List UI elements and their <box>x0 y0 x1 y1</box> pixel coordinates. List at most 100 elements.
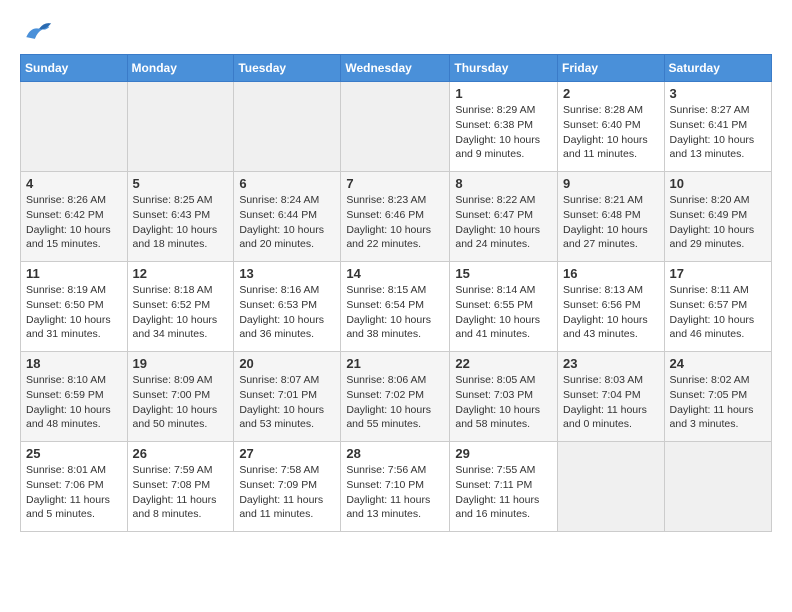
day-number: 2 <box>563 86 659 101</box>
calendar-day-cell: 28 Sunrise: 7:56 AM Sunset: 7:10 PM Dayli… <box>341 442 450 532</box>
calendar-day-cell <box>558 442 665 532</box>
day-info: Sunrise: 8:11 AM Sunset: 6:57 PM Dayligh… <box>670 283 766 342</box>
day-number: 6 <box>239 176 335 191</box>
day-number: 15 <box>455 266 552 281</box>
calendar-week-row: 4 Sunrise: 8:26 AM Sunset: 6:42 PM Daylig… <box>21 172 772 262</box>
day-info: Sunrise: 8:22 AM Sunset: 6:47 PM Dayligh… <box>455 193 552 252</box>
calendar-header-row: SundayMondayTuesdayWednesdayThursdayFrid… <box>21 55 772 82</box>
day-number: 24 <box>670 356 766 371</box>
calendar-day-cell: 13 Sunrise: 8:16 AM Sunset: 6:53 PM Dayli… <box>234 262 341 352</box>
calendar-day-cell: 3 Sunrise: 8:27 AM Sunset: 6:41 PM Daylig… <box>664 82 771 172</box>
day-info: Sunrise: 7:56 AM Sunset: 7:10 PM Dayligh… <box>346 463 444 522</box>
day-number: 29 <box>455 446 552 461</box>
day-info: Sunrise: 8:02 AM Sunset: 7:05 PM Dayligh… <box>670 373 766 432</box>
calendar-day-cell: 6 Sunrise: 8:24 AM Sunset: 6:44 PM Daylig… <box>234 172 341 262</box>
day-number: 18 <box>26 356 122 371</box>
day-info: Sunrise: 8:24 AM Sunset: 6:44 PM Dayligh… <box>239 193 335 252</box>
calendar-day-cell <box>664 442 771 532</box>
calendar-day-cell: 16 Sunrise: 8:13 AM Sunset: 6:56 PM Dayli… <box>558 262 665 352</box>
day-info: Sunrise: 8:26 AM Sunset: 6:42 PM Dayligh… <box>26 193 122 252</box>
logo <box>20 20 52 44</box>
day-info: Sunrise: 8:21 AM Sunset: 6:48 PM Dayligh… <box>563 193 659 252</box>
day-info: Sunrise: 8:10 AM Sunset: 6:59 PM Dayligh… <box>26 373 122 432</box>
day-info: Sunrise: 8:28 AM Sunset: 6:40 PM Dayligh… <box>563 103 659 162</box>
day-number: 12 <box>133 266 229 281</box>
day-info: Sunrise: 8:27 AM Sunset: 6:41 PM Dayligh… <box>670 103 766 162</box>
day-number: 23 <box>563 356 659 371</box>
calendar-day-cell: 10 Sunrise: 8:20 AM Sunset: 6:49 PM Dayli… <box>664 172 771 262</box>
page-header <box>20 20 772 44</box>
day-number: 19 <box>133 356 229 371</box>
calendar-day-cell: 11 Sunrise: 8:19 AM Sunset: 6:50 PM Dayli… <box>21 262 128 352</box>
calendar-day-cell: 22 Sunrise: 8:05 AM Sunset: 7:03 PM Dayli… <box>450 352 558 442</box>
calendar-day-cell <box>127 82 234 172</box>
day-number: 21 <box>346 356 444 371</box>
calendar-day-cell <box>21 82 128 172</box>
day-number: 5 <box>133 176 229 191</box>
calendar-day-cell: 8 Sunrise: 8:22 AM Sunset: 6:47 PM Daylig… <box>450 172 558 262</box>
calendar-day-cell: 29Sunrise: 7:55 AM Sunset: 7:11 PM Dayli… <box>450 442 558 532</box>
day-of-week-header: Sunday <box>21 55 128 82</box>
day-number: 1 <box>455 86 552 101</box>
day-number: 26 <box>133 446 229 461</box>
day-number: 7 <box>346 176 444 191</box>
day-number: 27 <box>239 446 335 461</box>
calendar-day-cell: 23 Sunrise: 8:03 AM Sunset: 7:04 PM Dayli… <box>558 352 665 442</box>
calendar-day-cell: 12 Sunrise: 8:18 AM Sunset: 6:52 PM Dayli… <box>127 262 234 352</box>
calendar-day-cell: 17Sunrise: 8:11 AM Sunset: 6:57 PM Dayli… <box>664 262 771 352</box>
day-info: Sunrise: 7:58 AM Sunset: 7:09 PM Dayligh… <box>239 463 335 522</box>
day-number: 3 <box>670 86 766 101</box>
day-info: Sunrise: 8:14 AM Sunset: 6:55 PM Dayligh… <box>455 283 552 342</box>
day-info: Sunrise: 8:09 AM Sunset: 7:00 PM Dayligh… <box>133 373 229 432</box>
calendar-week-row: 1 Sunrise: 8:29 AM Sunset: 6:38 PM Daylig… <box>21 82 772 172</box>
day-info: Sunrise: 8:13 AM Sunset: 6:56 PM Dayligh… <box>563 283 659 342</box>
calendar-day-cell: 15 Sunrise: 8:14 AM Sunset: 6:55 PM Dayli… <box>450 262 558 352</box>
calendar-day-cell: 27 Sunrise: 7:58 AM Sunset: 7:09 PM Dayli… <box>234 442 341 532</box>
day-of-week-header: Monday <box>127 55 234 82</box>
day-of-week-header: Friday <box>558 55 665 82</box>
day-info: Sunrise: 8:06 AM Sunset: 7:02 PM Dayligh… <box>346 373 444 432</box>
calendar-week-row: 25Sunrise: 8:01 AM Sunset: 7:06 PM Dayli… <box>21 442 772 532</box>
day-number: 22 <box>455 356 552 371</box>
calendar-day-cell <box>234 82 341 172</box>
day-number: 28 <box>346 446 444 461</box>
day-info: Sunrise: 8:20 AM Sunset: 6:49 PM Dayligh… <box>670 193 766 252</box>
day-info: Sunrise: 8:23 AM Sunset: 6:46 PM Dayligh… <box>346 193 444 252</box>
day-number: 8 <box>455 176 552 191</box>
calendar-day-cell <box>341 82 450 172</box>
day-number: 13 <box>239 266 335 281</box>
calendar-day-cell: 24 Sunrise: 8:02 AM Sunset: 7:05 PM Dayli… <box>664 352 771 442</box>
calendar-day-cell: 26 Sunrise: 7:59 AM Sunset: 7:08 PM Dayli… <box>127 442 234 532</box>
day-number: 10 <box>670 176 766 191</box>
day-number: 9 <box>563 176 659 191</box>
day-number: 11 <box>26 266 122 281</box>
calendar-week-row: 11 Sunrise: 8:19 AM Sunset: 6:50 PM Dayli… <box>21 262 772 352</box>
calendar-day-cell: 14 Sunrise: 8:15 AM Sunset: 6:54 PM Dayli… <box>341 262 450 352</box>
day-of-week-header: Wednesday <box>341 55 450 82</box>
day-info: Sunrise: 8:05 AM Sunset: 7:03 PM Dayligh… <box>455 373 552 432</box>
day-info: Sunrise: 8:15 AM Sunset: 6:54 PM Dayligh… <box>346 283 444 342</box>
day-number: 16 <box>563 266 659 281</box>
calendar-day-cell: 21 Sunrise: 8:06 AM Sunset: 7:02 PM Dayli… <box>341 352 450 442</box>
calendar-day-cell: 18 Sunrise: 8:10 AM Sunset: 6:59 PM Dayli… <box>21 352 128 442</box>
day-number: 25 <box>26 446 122 461</box>
day-info: Sunrise: 8:16 AM Sunset: 6:53 PM Dayligh… <box>239 283 335 342</box>
day-of-week-header: Tuesday <box>234 55 341 82</box>
day-info: Sunrise: 8:18 AM Sunset: 6:52 PM Dayligh… <box>133 283 229 342</box>
calendar-day-cell: 5Sunrise: 8:25 AM Sunset: 6:43 PM Daylig… <box>127 172 234 262</box>
day-info: Sunrise: 8:19 AM Sunset: 6:50 PM Dayligh… <box>26 283 122 342</box>
day-info: Sunrise: 7:59 AM Sunset: 7:08 PM Dayligh… <box>133 463 229 522</box>
calendar-table: SundayMondayTuesdayWednesdayThursdayFrid… <box>20 54 772 532</box>
day-of-week-header: Saturday <box>664 55 771 82</box>
logo-bird-icon <box>22 20 52 44</box>
calendar-day-cell: 1 Sunrise: 8:29 AM Sunset: 6:38 PM Daylig… <box>450 82 558 172</box>
day-number: 14 <box>346 266 444 281</box>
day-info: Sunrise: 8:29 AM Sunset: 6:38 PM Dayligh… <box>455 103 552 162</box>
day-number: 4 <box>26 176 122 191</box>
day-info: Sunrise: 8:07 AM Sunset: 7:01 PM Dayligh… <box>239 373 335 432</box>
calendar-day-cell: 7 Sunrise: 8:23 AM Sunset: 6:46 PM Daylig… <box>341 172 450 262</box>
day-of-week-header: Thursday <box>450 55 558 82</box>
day-number: 20 <box>239 356 335 371</box>
calendar-day-cell: 25Sunrise: 8:01 AM Sunset: 7:06 PM Dayli… <box>21 442 128 532</box>
day-info: Sunrise: 8:03 AM Sunset: 7:04 PM Dayligh… <box>563 373 659 432</box>
